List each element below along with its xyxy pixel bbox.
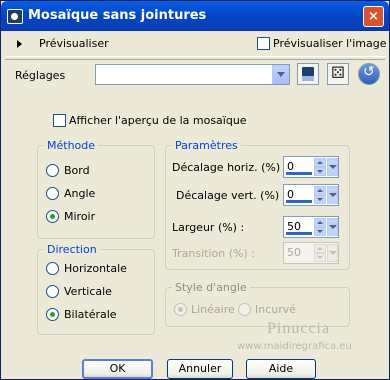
transition-spinbox: 50: [283, 242, 339, 264]
reset-icon[interactable]: [358, 63, 380, 85]
preview-toggle-label[interactable]: Prévisualiser: [39, 37, 109, 50]
help-button[interactable]: Aide: [246, 359, 316, 379]
show-tile-preview-label[interactable]: Afficher l'aperçu de la mosaïque: [69, 114, 247, 127]
direction-bilaterale-label[interactable]: Bilatérale: [64, 308, 117, 321]
method-group-title: Méthode: [44, 139, 99, 152]
direction-verticale-label[interactable]: Verticale: [64, 285, 112, 298]
width-slider-bar[interactable]: [286, 232, 312, 235]
randomize-dice-icon[interactable]: [327, 63, 349, 85]
chevron-down-icon[interactable]: [327, 158, 338, 176]
direction-horizontale-label[interactable]: Horizontale: [64, 262, 127, 275]
preview-image-label[interactable]: Prévisualiser l'image: [273, 37, 386, 50]
spin-down-icon[interactable]: [314, 227, 326, 236]
title-bar[interactable]: Mosaïque sans jointures ×: [1, 1, 389, 31]
app-icon: [7, 9, 23, 24]
expand-triangle-icon[interactable]: [17, 40, 22, 48]
offset-v-spinbox[interactable]: 0: [283, 184, 339, 206]
chevron-down-icon[interactable]: [272, 65, 289, 84]
transition-label: Transition (%) :: [172, 247, 255, 260]
show-tile-preview-checkbox[interactable]: [53, 114, 66, 127]
corner-lineaire-label: Linéaire: [191, 303, 235, 316]
watermark-url: www.maidiregrafica.eu: [237, 341, 352, 352]
method-angle-label[interactable]: Angle: [64, 187, 95, 200]
transition-value: 50: [287, 246, 301, 259]
chevron-down-icon[interactable]: [327, 186, 338, 204]
chevron-down-icon[interactable]: [327, 218, 338, 236]
method-miroir-label[interactable]: Miroir: [64, 210, 95, 223]
method-miroir-radio[interactable]: [46, 210, 59, 223]
ok-button[interactable]: OK: [82, 359, 153, 379]
width-label: Largeur (%) :: [172, 221, 245, 234]
offset-v-label: Décalage vert. (%) :: [176, 189, 287, 202]
preview-image-checkbox[interactable]: [257, 37, 270, 50]
chevron-down-icon: [327, 244, 338, 262]
save-preset-icon[interactable]: [297, 63, 319, 85]
watermark-name: Pinuccia: [267, 320, 331, 337]
direction-group: Direction Horizontale Verticale Bilatéra…: [37, 243, 155, 335]
close-button[interactable]: ×: [363, 6, 384, 27]
method-angle-radio[interactable]: [46, 187, 59, 200]
offset-h-label: Décalage horiz. (%) :: [172, 161, 288, 174]
offset-v-slider-bar[interactable]: [286, 200, 312, 203]
parameters-group-title: Paramètres: [172, 139, 241, 152]
settings-panel: Afficher l'aperçu de la mosaïque Méthode…: [5, 93, 385, 343]
corner-style-group-title: Style d'angle: [172, 281, 250, 294]
parameters-group: Paramètres Décalage horiz. (%) : 0 Décal…: [165, 139, 350, 270]
direction-bilaterale-radio[interactable]: [46, 308, 59, 321]
preview-bar: Prévisualiser Prévisualiser l'image: [5, 31, 386, 57]
offset-h-slider-bar[interactable]: [286, 172, 312, 175]
presets-select[interactable]: [95, 64, 290, 85]
direction-horizontale-radio[interactable]: [46, 262, 59, 275]
presets-label: Réglages: [15, 69, 66, 82]
direction-group-title: Direction: [44, 243, 100, 256]
dialog-window: Mosaïque sans jointures × Prévisualiser …: [0, 0, 390, 380]
direction-verticale-radio[interactable]: [46, 285, 59, 298]
presets-bar: Réglages: [5, 59, 385, 91]
spin-up-icon[interactable]: [314, 218, 326, 227]
corner-lineaire-radio: [174, 303, 187, 316]
offset-h-spinbox[interactable]: 0: [283, 156, 339, 178]
width-spinbox[interactable]: 50: [283, 216, 339, 238]
window-title: Mosaïque sans jointures: [28, 8, 207, 23]
spin-up-icon[interactable]: [314, 186, 326, 195]
method-bord-radio[interactable]: [46, 164, 59, 177]
method-bord-label[interactable]: Bord: [64, 164, 90, 177]
spin-up-icon[interactable]: [314, 158, 326, 167]
spin-up-icon: [314, 244, 326, 253]
method-group: Méthode Bord Angle Miroir: [37, 139, 155, 239]
corner-incurve-radio: [238, 303, 251, 316]
spin-down-icon[interactable]: [314, 167, 326, 176]
spin-down-icon[interactable]: [314, 195, 326, 204]
corner-incurve-label: Incurvé: [255, 303, 297, 316]
spin-down-icon: [314, 253, 326, 262]
cancel-button[interactable]: Annuler: [167, 359, 233, 379]
